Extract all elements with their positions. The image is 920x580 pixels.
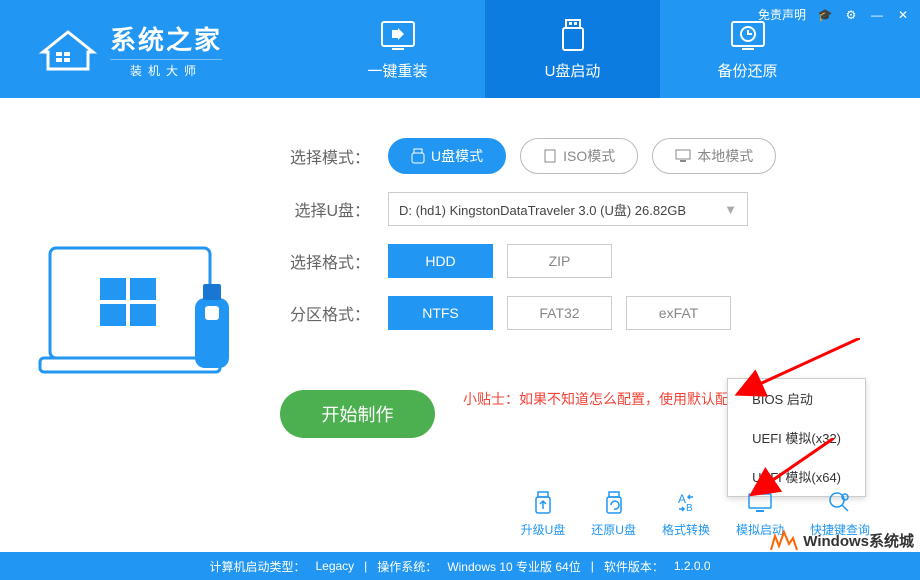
format-zip-button[interactable]: ZIP: [507, 244, 612, 278]
disclaimer-link[interactable]: 免责声明: [758, 6, 806, 23]
watermark-logo-icon: [769, 528, 799, 552]
reinstall-icon: [376, 18, 420, 54]
logo-title: 系统之家: [110, 20, 222, 57]
upgrade-usb-icon: [529, 489, 557, 517]
chevron-down-icon: ▼: [724, 202, 737, 217]
tab-usb-boot[interactable]: U盘启动: [485, 0, 660, 98]
status-boot-label: 计算机启动类型：: [209, 558, 305, 575]
tab-reinstall-label: 一键重装: [367, 60, 427, 81]
status-os-value: Windows 10 专业版 64位: [447, 558, 580, 575]
start-button[interactable]: 开始制作: [280, 390, 435, 438]
monitor-icon: [675, 149, 691, 163]
watermark: Windows系统城: [769, 528, 914, 552]
popup-uefi32[interactable]: UEFI 模拟(x32): [728, 418, 865, 457]
close-icon[interactable]: ✕: [896, 8, 910, 22]
logo-subtitle: 装机大师: [110, 59, 222, 79]
status-boot-value: Legacy: [315, 559, 354, 573]
format-hdd-button[interactable]: HDD: [388, 244, 493, 278]
illustration: [0, 138, 280, 438]
row-usb: 选择U盘： D: (hd1) KingstonDataTraveler 3.0 …: [280, 192, 880, 226]
tool-restore[interactable]: 还原U盘: [591, 489, 636, 538]
watermark-text: Windows系统城: [803, 530, 914, 551]
header: 系统之家 装机大师 一键重装 U盘启动 备份还原 免责声明 🎓 ⚙ —: [0, 0, 920, 98]
shortcut-icon: [826, 489, 854, 517]
label-usb: 选择U盘：: [280, 197, 370, 221]
usb-select[interactable]: D: (hd1) KingstonDataTraveler 3.0 (U盘) 2…: [388, 192, 748, 226]
usb-icon: [551, 18, 595, 54]
row-partition: 分区格式： NTFS FAT32 exFAT: [280, 296, 880, 330]
svg-text:B: B: [686, 503, 693, 514]
usb-small-icon: [411, 148, 425, 164]
boot-popup-menu: BIOS 启动 UEFI 模拟(x32) UEFI 模拟(x64): [727, 378, 866, 497]
status-os-label: 操作系统：: [377, 558, 437, 575]
tab-usb-boot-label: U盘启动: [545, 60, 601, 81]
tip-text: 小贴士：如果不知道怎么配置，使用默认配置: [463, 389, 743, 409]
tab-backup-label: 备份还原: [717, 60, 777, 81]
mode-iso-button[interactable]: ISO模式: [520, 138, 638, 174]
convert-icon: AB: [672, 489, 700, 517]
logo-icon: [38, 24, 98, 74]
minimize-icon[interactable]: —: [870, 8, 884, 22]
partition-exfat-button[interactable]: exFAT: [626, 296, 731, 330]
row-mode: 选择模式： U盘模式 ISO模式 本地模式: [280, 138, 880, 174]
svg-text:A: A: [678, 492, 686, 506]
partition-fat32-button[interactable]: FAT32: [507, 296, 612, 330]
simulate-icon: [746, 489, 774, 517]
tab-reinstall[interactable]: 一键重装: [310, 0, 485, 98]
window-controls: 免责声明 🎓 ⚙ — ✕: [758, 6, 910, 23]
status-ver-label: 软件版本：: [604, 558, 664, 575]
mode-usb-button[interactable]: U盘模式: [388, 138, 506, 174]
nav-tabs: 一键重装 U盘启动 备份还原: [310, 0, 835, 98]
restore-usb-icon: [600, 489, 628, 517]
label-format: 选择格式：: [280, 249, 370, 273]
label-mode: 选择模式：: [280, 144, 370, 168]
status-bar: 计算机启动类型： Legacy | 操作系统： Windows 10 专业版 6…: [0, 552, 920, 580]
mode-local-button[interactable]: 本地模式: [652, 138, 776, 174]
tool-convert[interactable]: AB 格式转换: [662, 489, 710, 538]
popup-bios[interactable]: BIOS 启动: [728, 379, 865, 418]
hat-icon[interactable]: 🎓: [818, 8, 832, 22]
row-format: 选择格式： HDD ZIP: [280, 244, 880, 278]
iso-icon: [543, 148, 557, 164]
tool-upgrade[interactable]: 升级U盘: [521, 489, 566, 538]
gear-icon[interactable]: ⚙: [844, 8, 858, 22]
logo-area: 系统之家 装机大师: [0, 20, 222, 79]
status-ver-value: 1.2.0.0: [674, 559, 711, 573]
usb-selected-value: D: (hd1) KingstonDataTraveler 3.0 (U盘) 2…: [399, 200, 686, 219]
label-partition: 分区格式：: [280, 301, 370, 325]
partition-ntfs-button[interactable]: NTFS: [388, 296, 493, 330]
